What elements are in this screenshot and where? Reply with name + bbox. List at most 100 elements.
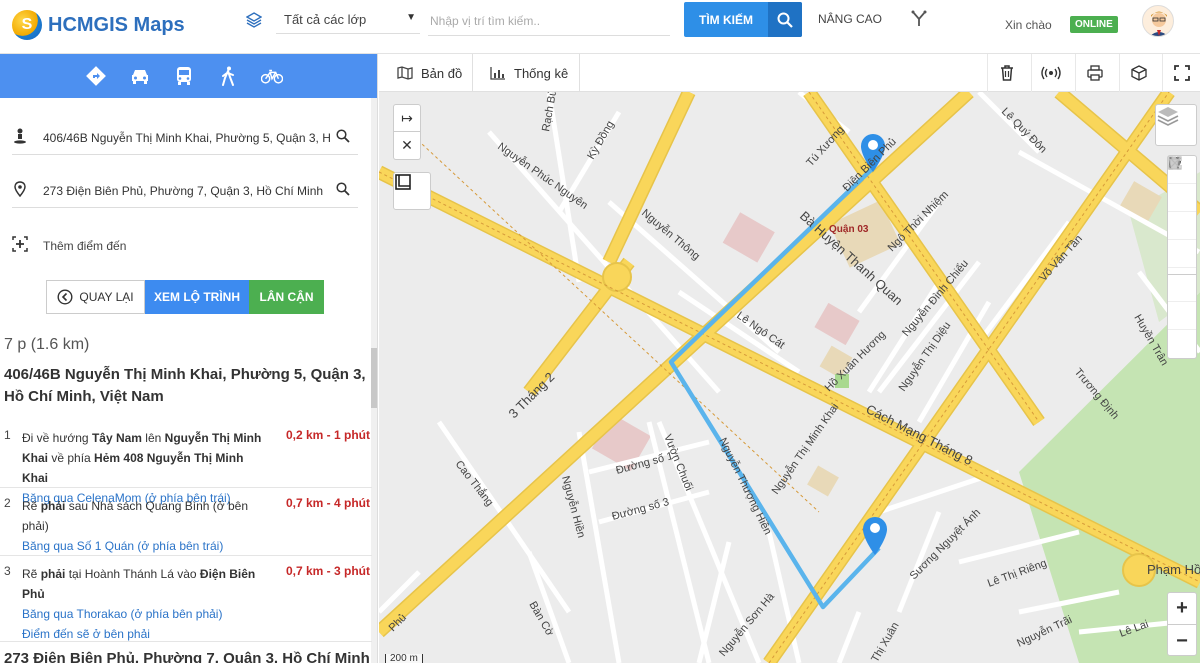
layers-icon [1157, 107, 1179, 126]
search-icon[interactable] [336, 129, 350, 143]
travel-mode-bar [0, 54, 377, 98]
route-step[interactable]: 2 Rẽ phải sau Nhà sách Quang Bình (ở bên… [0, 496, 372, 556]
print-button[interactable] [1075, 54, 1113, 92]
step-text: Đi về hướng Tây Nam lên Nguyễn Thị Minh … [22, 431, 262, 485]
tab-map[interactable]: Bản đồ [397, 54, 462, 92]
add-location-icon [12, 236, 28, 252]
layer-select[interactable]: Tất cả các lớp ▼ [276, 6, 420, 34]
street-label: Rạch Bùng [540, 92, 561, 133]
search-button-label: TÌM KIẾM [699, 12, 753, 27]
avatar[interactable] [1142, 5, 1174, 37]
street-label: Đường số 3 [611, 496, 671, 523]
tab-map-label: Bản đồ [421, 65, 463, 81]
bus-icon[interactable] [173, 65, 195, 87]
route-summary: 7 p (1.6 km) [4, 336, 90, 353]
destination-input[interactable]: 273 Điện Biên Phủ, Phường 7, Quận 3, Hồ … [43, 184, 331, 198]
tab-statistics-label: Thống kê [514, 65, 569, 81]
origin-input[interactable]: 406/46B Nguyễn Thị Minh Khai, Phường 5, … [43, 131, 331, 145]
district-label: Quận 03 [829, 224, 869, 235]
map-tiles[interactable]: Điện Biên Phủ Bà Huyện Thanh Quan Cách M… [379, 92, 1200, 663]
building-block [807, 465, 839, 497]
car-icon[interactable] [129, 65, 151, 87]
arrow-left-circle-icon [57, 289, 73, 305]
street-label: 3 Tháng 2 [506, 369, 558, 421]
broadcast-icon [1040, 66, 1061, 80]
route-step[interactable]: 3 Rẽ phải tại Hoành Thánh Lá vào Điện Bi… [0, 564, 372, 642]
step-distance: 0,7 km - 4 phút [285, 496, 370, 510]
broadcast-button[interactable] [1031, 54, 1069, 92]
street-label: Kỳ Đồng [585, 119, 616, 162]
location-pin-icon [14, 181, 26, 197]
fit-shape-button[interactable] [1168, 156, 1196, 358]
delete-shape-button[interactable] [1168, 156, 1196, 330]
layer-switcher-button[interactable] [1155, 104, 1197, 146]
destination-field[interactable]: 273 Điện Biên Phủ, Phường 7, Quận 3, Hồ … [12, 170, 358, 208]
delete-button[interactable] [987, 54, 1025, 92]
cube-icon [1130, 65, 1147, 81]
plus-icon: + [1176, 597, 1188, 619]
draw-polygon-button[interactable] [1168, 157, 1196, 212]
destination-marker[interactable] [862, 517, 888, 555]
step-number: 3 [4, 564, 11, 578]
expand-icon [1168, 156, 1182, 170]
legend-icon [395, 174, 411, 190]
back-button-label: QUAY LẠI [79, 290, 134, 304]
step-distance: 0,2 km - 1 phút [285, 428, 370, 442]
zoom-in-button[interactable]: + [1168, 593, 1196, 625]
draw-rectangle-button[interactable] [1168, 157, 1196, 240]
search-icon [768, 2, 802, 37]
zoom-control: + − [1167, 592, 1197, 656]
street-label: Nguyễn Sơn Hà [716, 590, 777, 659]
close-icon: ✕ [401, 137, 413, 153]
toolbar-divider [579, 54, 580, 92]
directions-icon[interactable] [85, 65, 107, 87]
app-title: HCMGIS Maps [48, 13, 185, 36]
search-button[interactable]: TÌM KIẾM [684, 2, 802, 37]
step-distance: 0,7 km - 3 phút [285, 564, 370, 578]
minus-icon: − [1176, 629, 1188, 652]
nearby-button[interactable]: LÂN CẬN [249, 280, 324, 314]
search-input[interactable] [428, 6, 670, 36]
close-route-button[interactable]: ✕ [393, 132, 421, 160]
logo-icon: S [12, 10, 42, 40]
step-number: 2 [4, 496, 11, 510]
view-route-button[interactable]: XEM LỘ TRÌNH [145, 280, 249, 314]
step-note: Băng qua Số 1 Quán (ở phía bên trái) [22, 539, 224, 553]
zoom-out-button[interactable]: − [1168, 625, 1196, 657]
tab-statistics[interactable]: Thống kê [490, 54, 568, 92]
fullscreen-icon [1173, 65, 1190, 81]
walk-icon[interactable] [217, 65, 239, 87]
directions-panel: 406/46B Nguyễn Thị Minh Khai, Phường 5, … [0, 54, 378, 663]
bike-icon[interactable] [260, 65, 283, 87]
greeting-text: Xin chào [1005, 18, 1052, 32]
street-label: Cao Thắng [453, 458, 497, 509]
3d-view-button[interactable] [1119, 54, 1157, 92]
expand-panel-button[interactable]: ↦ [393, 104, 421, 132]
route-step[interactable]: 1 Đi về hướng Tây Nam lên Nguyễn Thị Min… [0, 428, 372, 505]
origin-field[interactable]: 406/46B Nguyễn Thị Minh Khai, Phường 5, … [12, 117, 358, 155]
map-scale: 200 m [385, 654, 423, 663]
search-icon[interactable] [336, 182, 350, 196]
toolbar-divider [472, 54, 473, 92]
bar-chart-icon [490, 67, 505, 80]
map-canvas[interactable]: Điện Biên Phủ Bà Huyện Thanh Quan Cách M… [379, 92, 1200, 663]
add-destination-label: Thêm điểm đến [43, 239, 127, 253]
step-note: Băng qua Thorakao (ở phía bên phải) [22, 607, 223, 621]
print-icon [1086, 65, 1103, 81]
fork-icon[interactable] [910, 10, 928, 28]
layers-icon[interactable] [246, 12, 262, 28]
fullscreen-button[interactable] [1162, 54, 1200, 92]
route-actions: QUAY LẠI XEM LỘ TRÌNH LÂN CẬN [46, 280, 324, 314]
legend-button[interactable] [393, 172, 431, 210]
person-pin-icon [14, 128, 26, 144]
draw-circle-button[interactable] [1168, 157, 1196, 268]
step-number: 1 [4, 428, 11, 442]
street-label: Nguyễn Trãi [1015, 613, 1074, 650]
logo[interactable]: S HCMGIS Maps [12, 10, 185, 40]
scrollbar-thumb[interactable] [371, 348, 377, 408]
map-icon [397, 66, 413, 80]
street-label: Lê Quý Đôn [999, 106, 1049, 156]
advanced-search-link[interactable]: NÂNG CAO [818, 12, 882, 26]
edit-shape-button[interactable] [1168, 157, 1196, 302]
back-button[interactable]: QUAY LẠI [46, 280, 145, 314]
